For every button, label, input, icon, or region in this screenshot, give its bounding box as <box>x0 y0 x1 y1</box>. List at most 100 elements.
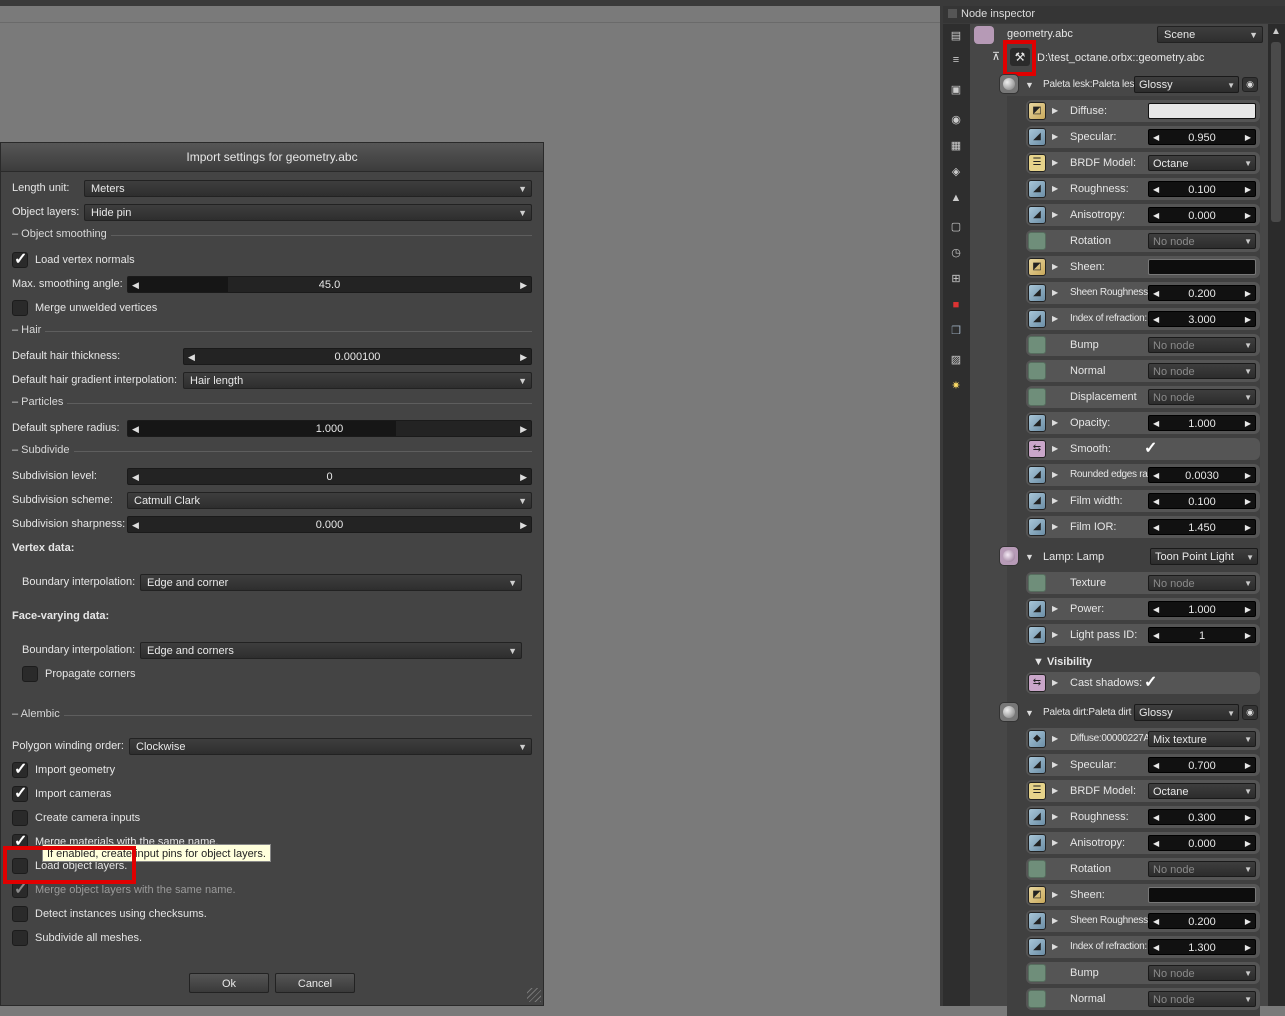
expand-triangle-icon[interactable]: ▶ <box>1052 308 1058 330</box>
resize-grip-icon[interactable] <box>527 988 541 1002</box>
expand-triangle-icon[interactable]: ▶ <box>1052 936 1058 958</box>
arrow-right-icon[interactable]: ▶ <box>1245 758 1251 774</box>
arrow-right-icon[interactable]: ▶ <box>1245 836 1251 852</box>
param-slider[interactable]: ◀ 0.700 ▶ <box>1148 757 1256 773</box>
param-row-sheen-roughness[interactable]: ◢ ▶ Sheen Roughness: ◀ 0.200 ▶ <box>1026 282 1260 304</box>
arrow-right-icon[interactable]: ▶ <box>1245 468 1251 484</box>
length-unit-select[interactable]: Meters ▼ <box>84 180 532 197</box>
arrow-left-icon[interactable]: ◀ <box>188 349 195 364</box>
collapse-triangle-icon[interactable]: ▼ <box>1025 546 1034 568</box>
arrow-right-icon[interactable]: ▶ <box>1245 286 1251 302</box>
inspector-scrollbar[interactable]: ▲ <box>1268 24 1285 1006</box>
expand-triangle-icon[interactable]: ▶ <box>1052 464 1058 486</box>
shapes-icon[interactable]: ▲ <box>949 191 963 205</box>
expand-triangle-icon[interactable]: ▶ <box>1052 100 1058 122</box>
param-slider[interactable]: ◀ 1.300 ▶ <box>1148 939 1256 955</box>
param-row-diffuse-00000227a[interactable]: ◆ ▶ Diffuse:00000227A...Mix texture▼ <box>1026 728 1260 750</box>
create-camera-inputs-checkbox[interactable] <box>12 810 28 826</box>
param-row-normal[interactable]: Normal No node ▼ <box>1026 988 1260 1010</box>
param-row-sheen[interactable]: ◩ ▶ Sheen: <box>1026 256 1260 278</box>
arrow-right-icon[interactable]: ▶ <box>520 277 527 292</box>
arrow-left-icon[interactable]: ◀ <box>132 517 139 532</box>
param-row-index-of-refraction[interactable]: ◢ ▶ Index of refraction: ◀ 1.300 ▶ <box>1026 936 1260 958</box>
arrow-right-icon[interactable]: ▶ <box>1245 914 1251 930</box>
expand-triangle-icon[interactable]: ▶ <box>1052 624 1058 646</box>
param-slider[interactable]: ◀ 0.000 ▶ <box>1148 835 1256 851</box>
import-geometry-checkbox[interactable]: ✓ <box>12 761 28 778</box>
hair-gradient-select[interactable]: Hair length ▼ <box>183 372 532 389</box>
polygon-winding-select[interactable]: Clockwise ▼ <box>129 738 532 755</box>
node-select[interactable]: No node ▼ <box>1148 363 1256 379</box>
param-select[interactable]: Octane ▼ <box>1148 783 1256 799</box>
import-cameras-checkbox[interactable]: ✓ <box>12 785 28 802</box>
pin-icon[interactable]: ⊼ <box>992 50 1000 63</box>
load-vertex-normals-checkbox[interactable]: ✓ <box>12 251 28 268</box>
param-slider[interactable]: ◀ 1.000 ▶ <box>1148 601 1256 617</box>
arrow-right-icon[interactable]: ▶ <box>1245 602 1251 618</box>
picture-icon[interactable]: ▨ <box>949 353 963 367</box>
arrow-left-icon[interactable]: ◀ <box>1153 914 1159 930</box>
param-row-opacity[interactable]: ◢ ▶ Opacity: ◀ 1.000 ▶ <box>1026 412 1260 434</box>
arrow-left-icon[interactable]: ◀ <box>1153 494 1159 510</box>
param-select[interactable]: Mix texture ▼ <box>1148 731 1256 747</box>
param-row-film-width[interactable]: ◢ ▶ Film width: ◀ 0.100 ▶ <box>1026 490 1260 512</box>
expand-triangle-icon[interactable]: ▶ <box>1052 780 1058 802</box>
param-slider[interactable]: ◀ 0.100 ▶ <box>1148 493 1256 509</box>
param-row-texture[interactable]: Texture No node ▼ <box>1026 572 1260 594</box>
arrow-left-icon[interactable]: ◀ <box>1153 182 1159 198</box>
param-slider[interactable]: ◀ 0.200 ▶ <box>1148 285 1256 301</box>
cancel-button[interactable]: Cancel <box>275 973 355 993</box>
arrow-right-icon[interactable]: ▶ <box>520 469 527 484</box>
param-slider[interactable]: ◀ 0.000 ▶ <box>1148 207 1256 223</box>
param-slider[interactable]: ◀ 3.000 ▶ <box>1148 311 1256 327</box>
lamp-type-select[interactable]: Toon Point Light ▼ <box>1150 548 1258 565</box>
color-swatch[interactable] <box>1148 259 1256 275</box>
arrow-left-icon[interactable]: ◀ <box>1153 312 1159 328</box>
param-row-index-of-refraction[interactable]: ◢ ▶ Index of refraction: ◀ 3.000 ▶ <box>1026 308 1260 330</box>
expand-triangle-icon[interactable]: ▶ <box>1052 598 1058 620</box>
param-row-brdf-model[interactable]: ☰ ▶ BRDF Model: Octane ▼ <box>1026 780 1260 802</box>
expand-triangle-icon[interactable]: ▶ <box>1052 672 1058 694</box>
image-icon[interactable]: ▣ <box>949 83 963 97</box>
sphere-radius-slider[interactable]: ◀ 1.000 ▶ <box>127 420 532 437</box>
vertex-boundary-select[interactable]: Edge and corner ▼ <box>140 574 522 591</box>
param-row-brdf-model[interactable]: ☰ ▶ BRDF Model: Octane ▼ <box>1026 152 1260 174</box>
expand-triangle-icon[interactable]: ▶ <box>1052 438 1058 460</box>
arrow-left-icon[interactable]: ◀ <box>1153 416 1159 432</box>
param-row-film-ior[interactable]: ◢ ▶ Film IOR: ◀ 1.450 ▶ <box>1026 516 1260 538</box>
param-row-rotation[interactable]: Rotation No node ▼ <box>1026 230 1260 252</box>
param-row-rounded-edges-ra[interactable]: ◢ ▶ Rounded edges ra... ◀ 0.0030 ▶ <box>1026 464 1260 486</box>
expand-triangle-icon[interactable]: ▶ <box>1052 204 1058 226</box>
arrow-left-icon[interactable]: ◀ <box>1153 628 1159 644</box>
arrow-right-icon[interactable]: ▶ <box>1245 494 1251 510</box>
param-row-sheen-roughness[interactable]: ◢ ▶ Sheen Roughness: ◀ 0.200 ▶ <box>1026 910 1260 932</box>
arrow-right-icon[interactable]: ▶ <box>520 349 527 364</box>
expand-triangle-icon[interactable]: ▶ <box>1052 754 1058 776</box>
subdivision-level-slider[interactable]: ◀ 0 ▶ <box>127 468 532 485</box>
expand-triangle-icon[interactable]: ▶ <box>1052 412 1058 434</box>
param-row-diffuse[interactable]: ◩ ▶ Diffuse: <box>1026 100 1260 122</box>
scroll-up-icon[interactable]: ▲ <box>1271 26 1281 37</box>
lamp-node[interactable]: ▼ Lamp: Lamp Toon Point Light ▼ <box>999 546 1261 568</box>
param-slider[interactable]: ◀ 1.000 ▶ <box>1148 415 1256 431</box>
param-slider[interactable]: ◀ 0.300 ▶ <box>1148 809 1256 825</box>
expand-triangle-icon[interactable]: ▶ <box>1052 126 1058 148</box>
arrow-left-icon[interactable]: ◀ <box>1153 520 1159 536</box>
arrow-left-icon[interactable]: ◀ <box>132 469 139 484</box>
subdivision-sharpness-slider[interactable]: ◀ 0.000 ▶ <box>127 516 532 533</box>
propagate-corners-checkbox[interactable] <box>22 666 38 682</box>
grid-icon[interactable]: ⊞ <box>949 272 963 286</box>
arrow-left-icon[interactable]: ◀ <box>1153 602 1159 618</box>
param-row-specular[interactable]: ◢ ▶ Specular: ◀ 0.700 ▶ <box>1026 754 1260 776</box>
arrow-left-icon[interactable]: ◀ <box>1153 940 1159 956</box>
arrow-left-icon[interactable]: ◀ <box>1153 468 1159 484</box>
node-select[interactable]: No node ▼ <box>1148 389 1256 405</box>
node-select[interactable]: No node ▼ <box>1148 337 1256 353</box>
param-slider[interactable]: ◀ 0.100 ▶ <box>1148 181 1256 197</box>
param-row-power[interactable]: ◢ ▶ Power: ◀ 1.000 ▶ <box>1026 598 1260 620</box>
node-select[interactable]: No node ▼ <box>1148 861 1256 877</box>
arrow-right-icon[interactable]: ▶ <box>520 517 527 532</box>
node-select[interactable]: No node ▼ <box>1148 233 1256 249</box>
layers-icon[interactable]: ▤ <box>949 29 963 43</box>
hair-thickness-slider[interactable]: ◀ 0.000100 ▶ <box>183 348 532 365</box>
